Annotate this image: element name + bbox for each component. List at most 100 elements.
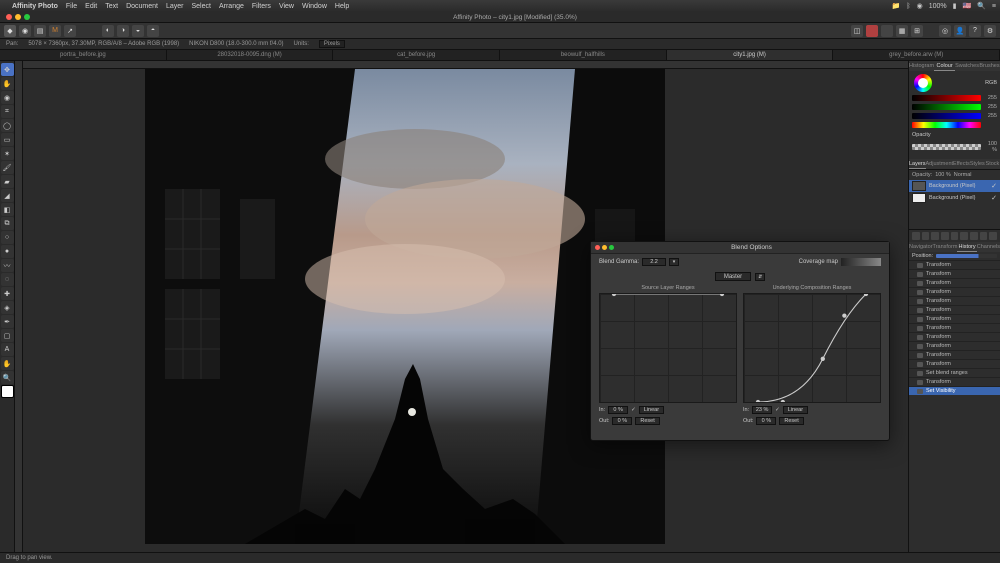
history-item[interactable]: Transform [909,269,1000,278]
canvas[interactable] [145,69,665,544]
blend-ranges-icon[interactable] [980,232,988,240]
layer-blend-mode[interactable]: Normal [954,172,972,178]
history-item[interactable]: Transform [909,359,1000,368]
liquify-persona-icon[interactable]: ◉ [19,25,31,37]
photo-persona-icon[interactable]: ◆ [4,25,16,37]
under-in-mode[interactable]: Linear [783,406,808,414]
colour-picker-tool-icon[interactable]: ◉ [1,91,14,104]
r-value[interactable]: 255 [983,95,997,101]
menubar-icon[interactable]: ≡ [992,3,996,10]
add-layer-icon[interactable] [960,232,968,240]
opacity-slider[interactable] [912,144,981,150]
tab-history[interactable]: History [957,242,976,252]
assistant-icon[interactable]: ◎ [939,25,951,37]
tab-0[interactable]: portra_before.jpg [0,50,167,60]
arrange-icon[interactable]: ◫ [851,25,863,37]
layer-row-1[interactable]: Background (Pixel) ✓ [909,192,1000,204]
clone-tool-icon[interactable]: ⧉ [1,217,14,230]
rectangle-tool-icon[interactable]: ▢ [1,329,14,342]
history-item[interactable]: Transform [909,260,1000,269]
r-slider[interactable] [912,95,981,101]
tab-channels[interactable]: Channels [977,242,1000,252]
text-tool-icon[interactable]: A [1,343,14,356]
src-in-mode[interactable]: Linear [639,406,664,414]
under-reset-button[interactable]: Reset [779,417,803,425]
smudge-tool-icon[interactable]: 〰 [1,259,14,272]
blend-gamma-input[interactable]: 2.2 [642,258,666,266]
history-item[interactable]: Transform [909,287,1000,296]
g-slider[interactable] [912,104,981,110]
channel-master-select[interactable]: Master [715,272,751,281]
tab-adjustment[interactable]: Adjustment [926,159,954,169]
swatch-fg-icon[interactable] [866,25,878,37]
menu-filters[interactable]: Filters [252,3,271,10]
group-icon[interactable] [951,232,959,240]
tab-histogram[interactable]: Histogram [909,61,934,71]
prefs-icon[interactable]: ⚙ [984,25,996,37]
tab-swatches[interactable]: Swatches [955,61,979,71]
flood-select-tool-icon[interactable]: ✶ [1,147,14,160]
colour-swatch-icon[interactable] [1,385,14,398]
zoom-tool-icon[interactable]: 🔍 [1,371,14,384]
tab-brushes[interactable]: Brushes [979,61,1000,71]
tab-4[interactable]: city1.jpg (M) [667,50,834,60]
autolevels-icon[interactable]: ◐ [102,25,114,37]
snap-icon[interactable]: ⊞ [911,25,923,37]
lock-icon[interactable] [989,232,997,240]
help-icon[interactable]: ? [969,25,981,37]
tab-effects[interactable]: Effects [953,159,970,169]
wifi-icon[interactable]: ◉ [917,2,923,10]
tab-layers[interactable]: Layers [909,159,926,169]
hue-slider[interactable] [912,122,981,128]
crop-tool-icon[interactable]: ⌗ [1,105,14,118]
visibility-checkbox-icon[interactable]: ✓ [991,194,997,202]
tab-transform[interactable]: Transform [933,242,958,252]
history-item[interactable]: Transform [909,377,1000,386]
tab-styles[interactable]: Styles [970,159,985,169]
tone-mapping-persona-icon[interactable]: M [49,25,61,37]
dialog-minimize-button[interactable] [602,245,607,250]
colour-mode[interactable]: RGB [985,80,997,86]
src-in-value[interactable]: 0 % [608,406,628,414]
flag-icon[interactable]: 🇺🇸 [962,2,971,10]
adjustment-icon[interactable] [922,232,930,240]
autocolours-icon[interactable]: ◒ [132,25,144,37]
menu-edit[interactable]: Edit [85,3,97,10]
menu-text[interactable]: Text [105,3,118,10]
history-item[interactable]: Transform [909,323,1000,332]
visibility-checkbox-icon[interactable]: ✓ [991,182,997,190]
history-item[interactable]: Transform [909,296,1000,305]
tab-1[interactable]: 28032018-0095.dng (M) [167,50,334,60]
under-out-value[interactable]: 0 % [756,417,776,425]
selection-brush-tool-icon[interactable]: ◯ [1,119,14,132]
colour-well-icon[interactable] [914,74,932,92]
menu-document[interactable]: Document [126,3,158,10]
menu-help[interactable]: Help [335,3,349,10]
mask-icon[interactable] [912,232,920,240]
dialog-close-button[interactable] [595,245,600,250]
tab-colour[interactable]: Colour [934,61,955,71]
history-item[interactable]: Transform [909,305,1000,314]
tab-navigator[interactable]: Navigator [909,242,933,252]
bluetooth-icon[interactable]: ᛒ [906,3,910,10]
tab-2[interactable]: cat_before.jpg [333,50,500,60]
canvas-area[interactable]: Blend Options Blend Gamma: 2.2 ▾ Coverag… [15,61,908,552]
spotlight-icon[interactable]: 🔍 [977,2,986,10]
menu-window[interactable]: Window [302,3,327,10]
history-item[interactable]: Transform [909,278,1000,287]
underlying-ranges-grid[interactable] [743,293,881,403]
swatch-bg-icon[interactable] [881,25,893,37]
layer-row-0[interactable]: Background (Pixel) ✓ [909,180,1000,192]
tab-5[interactable]: grey_before.arw (M) [833,50,1000,60]
paint-brush-tool-icon[interactable]: 🖌 [1,161,14,174]
history-list[interactable]: TransformTransformTransformTransformTran… [909,260,1000,552]
history-position-slider[interactable] [936,254,997,258]
pen-tool-icon[interactable]: ✒ [1,315,14,328]
menu-select[interactable]: Select [192,3,211,10]
account-icon[interactable]: 👤 [954,25,966,37]
blur-tool-icon[interactable]: ◌ [1,273,14,286]
erase-tool-icon[interactable]: ◧ [1,203,14,216]
history-item[interactable]: Transform [909,332,1000,341]
fx-icon[interactable] [931,232,939,240]
under-in-value[interactable]: 23 % [752,406,772,414]
